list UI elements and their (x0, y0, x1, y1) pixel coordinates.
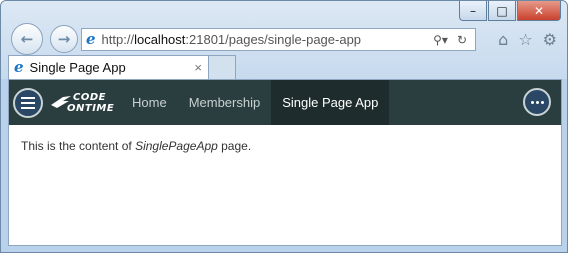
refresh-icon[interactable]: ↻ (457, 33, 467, 47)
url-prefix: http:// (101, 32, 135, 47)
star-icon[interactable]: ☆ (518, 30, 532, 49)
tab-title: Single Page App (29, 60, 126, 75)
close-tab-icon[interactable]: × (194, 60, 202, 75)
browser-tab[interactable]: e Single Page App × (8, 55, 209, 79)
arrow-left-icon: ← (20, 30, 34, 48)
tab-ie-icon: e (14, 58, 24, 76)
code-on-time-logo[interactable]: CODE ONTIME (45, 89, 114, 117)
main-nav: Home Membership Single Page App (121, 80, 390, 125)
nav-home[interactable]: Home (121, 80, 178, 125)
page-content-text: This is the content of SinglePageApp pag… (21, 139, 252, 153)
ie-page-icon: e (86, 30, 96, 48)
search-icon[interactable]: ⚲▾ (433, 33, 448, 47)
page-name: SinglePageApp (135, 139, 218, 153)
page-viewport: CODE ONTIME Home Membership Single Page … (8, 79, 562, 246)
hamburger-icon[interactable] (13, 88, 43, 118)
gear-icon[interactable]: ⚙ (543, 30, 557, 49)
browser-window: – □ ✕ ← → e http://localhost:21801/pages… (0, 0, 568, 253)
window-controls: – □ ✕ (459, 1, 561, 21)
nav-single-page-app[interactable]: Single Page App (271, 80, 390, 125)
arrow-right-icon: → (57, 30, 71, 48)
url-host: localhost (134, 32, 186, 47)
minimize-button[interactable]: – (459, 1, 487, 21)
browser-toolbar-icons: ⌂ ☆ ⚙ (498, 30, 557, 49)
home-icon[interactable]: ⌂ (498, 30, 508, 49)
more-dots-icon[interactable] (523, 88, 551, 116)
back-button[interactable]: ← (11, 23, 43, 55)
close-window-button[interactable]: ✕ (517, 1, 561, 21)
tab-strip: e Single Page App × (1, 55, 567, 79)
nav-membership[interactable]: Membership (178, 80, 272, 125)
url-path: :21801/pages/single-page-app (185, 32, 362, 47)
maximize-button[interactable]: □ (488, 1, 516, 21)
app-bar: CODE ONTIME Home Membership Single Page … (9, 80, 561, 125)
address-bar[interactable]: e http://localhost:21801/pages/single-pa… (81, 28, 476, 51)
forward-button[interactable]: → (50, 25, 78, 53)
new-tab-button[interactable] (209, 55, 236, 79)
